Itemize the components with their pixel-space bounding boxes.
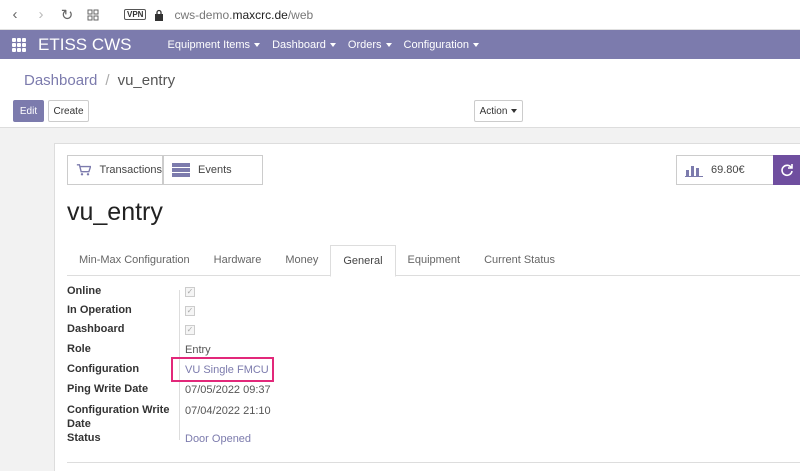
url-domain: maxcrc.de <box>232 7 288 22</box>
action-button[interactable]: Action <box>474 100 523 122</box>
configuration-label: Configuration <box>67 363 140 375</box>
configuration-highlight-box <box>171 357 274 382</box>
create-button[interactable]: Create <box>48 100 89 122</box>
menu-configuration[interactable]: Configuration <box>404 39 479 51</box>
refresh-icon <box>781 164 793 177</box>
menu-label: Configuration <box>403 38 469 51</box>
tab-current-status[interactable]: Current Status <box>472 245 567 276</box>
in-operation-label: In Operation <box>67 304 132 316</box>
browser-toolbar: ‹ › ↻ VPN cws-demo.maxcrc.de/web <box>0 0 800 30</box>
refresh-button[interactable] <box>773 155 800 185</box>
menu-label: Orders <box>347 38 382 51</box>
tab-hardware[interactable]: Hardware <box>202 245 274 276</box>
server-icon <box>172 163 190 177</box>
form-sheet: Transactions Events 69.80€ vu_entry Min-… <box>54 143 800 471</box>
breadcrumb-separator: / <box>105 72 110 89</box>
tab-min-max-configuration[interactable]: Min-Max Configuration <box>67 245 202 276</box>
notebook-tabs: Min-Max Configuration Hardware Money Gen… <box>67 245 800 277</box>
address-bar[interactable]: cws-demo.maxcrc.de/web <box>174 8 313 22</box>
app-brand: ETISS CWS <box>38 34 132 54</box>
chevron-down-icon <box>385 42 392 47</box>
vpn-badge[interactable]: VPN <box>124 9 147 20</box>
tab-equipment[interactable]: Equipment <box>396 245 473 276</box>
configuration-write-date-label: Configuration Write Date <box>67 404 170 430</box>
chevron-down-icon <box>472 42 479 47</box>
chevron-down-icon <box>329 42 336 47</box>
breadcrumb: Dashboard / vu_entry <box>24 72 175 89</box>
ping-write-date-value: 07/05/2022 09:37 <box>185 384 271 396</box>
configuration-write-date-value: 07/04/2022 21:10 <box>185 405 271 417</box>
amount-value: 69.80€ <box>711 164 745 176</box>
back-icon[interactable]: ‹ <box>4 4 26 26</box>
reload-icon[interactable]: ↻ <box>56 4 78 26</box>
url-prefix: cws-demo. <box>174 7 233 22</box>
menu-dashboard[interactable]: Dashboard <box>272 39 336 51</box>
transactions-button[interactable]: Transactions <box>67 155 163 185</box>
forward-icon[interactable]: › <box>30 4 52 26</box>
role-value: Entry <box>185 344 211 356</box>
action-label: Action <box>479 105 508 117</box>
amount-button[interactable]: 69.80€ <box>676 155 774 185</box>
ping-write-date-label: Ping Write Date <box>67 383 149 395</box>
tab-money[interactable]: Money <box>273 245 330 276</box>
status-label: Status <box>67 432 101 444</box>
breadcrumb-current: vu_entry <box>117 72 176 89</box>
events-button[interactable]: Events <box>163 155 263 185</box>
main-menu: Equipment Items Dashboard Orders Configu… <box>168 39 491 51</box>
transactions-label: Transactions <box>99 164 162 176</box>
url-path: /web <box>287 7 314 22</box>
online-label: Online <box>67 285 102 297</box>
in-operation-checkbox[interactable]: ✓ <box>185 306 195 316</box>
menu-orders[interactable]: Orders <box>348 39 392 51</box>
tab-grid-icon[interactable] <box>82 4 104 26</box>
sheet-divider <box>67 462 800 463</box>
apps-menu-icon[interactable] <box>12 37 26 52</box>
breadcrumb-dashboard[interactable]: Dashboard <box>24 72 97 89</box>
events-label: Events <box>198 164 232 176</box>
chevron-down-icon <box>511 109 518 113</box>
app-navbar: ETISS CWS Equipment Items Dashboard Orde… <box>0 30 800 59</box>
edit-button[interactable]: Edit <box>13 100 44 122</box>
lock-icon[interactable] <box>154 9 164 21</box>
record-title: vu_entry <box>67 198 163 226</box>
tab-general[interactable]: General <box>330 245 396 277</box>
menu-label: Dashboard <box>272 38 326 51</box>
control-panel: Dashboard / vu_entry Edit Create Action <box>0 59 800 128</box>
online-checkbox[interactable]: ✓ <box>185 287 195 297</box>
role-label: Role <box>67 343 91 355</box>
bar-chart-icon <box>685 166 703 177</box>
chevron-down-icon <box>254 42 261 47</box>
cart-icon <box>76 164 92 176</box>
status-value[interactable]: Door Opened <box>185 433 251 445</box>
menu-equipment-items[interactable]: Equipment Items <box>168 39 261 51</box>
dashboard-checkbox[interactable]: ✓ <box>185 325 195 335</box>
menu-label: Equipment Items <box>167 38 251 51</box>
dashboard-label: Dashboard <box>67 323 125 335</box>
